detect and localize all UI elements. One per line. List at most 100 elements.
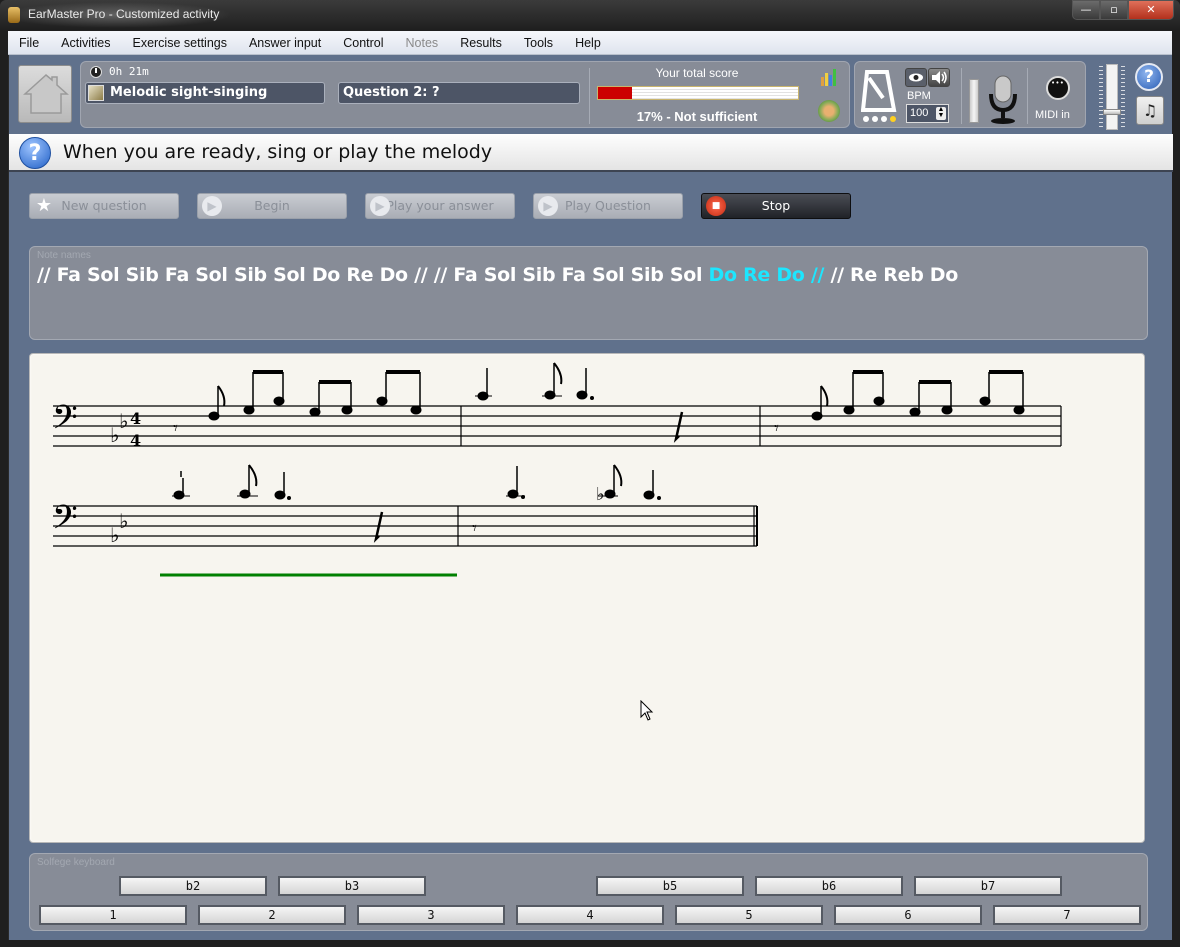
metronome-beat-indicator (863, 116, 896, 122)
menu-results[interactable]: Results (449, 36, 513, 50)
play-your-answer-button[interactable]: ▶ Play your answer (365, 193, 515, 219)
solfege-key-6[interactable]: 6 (834, 905, 982, 925)
bpm-spinner[interactable]: ▲ ▼ (936, 106, 946, 120)
midi-in-icon[interactable] (1046, 76, 1070, 100)
bass-clef: 𝄢 (52, 399, 78, 445)
note-names-text: // Fa Sol Sib Fa Sol Sib Sol Do Re Do //… (37, 264, 958, 286)
elapsed-time: 0h 21m (109, 65, 149, 78)
activity-name-field: Melodic sight-singing (85, 82, 325, 104)
clock-icon (90, 66, 102, 78)
svg-text:♭: ♭ (119, 509, 128, 533)
solfege-key-5[interactable]: 5 (675, 905, 823, 925)
svg-text:𝄾: 𝄾 (472, 518, 477, 539)
solfege-key-b6[interactable]: b6 (755, 876, 903, 896)
score-sheet[interactable]: 𝄢 ♭ ♭ 4 4 𝄾 𝄾 𝄢 ♭ ♭ 𝄾 ♭ (29, 353, 1145, 843)
svg-text:𝄾: 𝄾 (774, 418, 779, 439)
minimize-button[interactable]: — (1072, 0, 1100, 20)
midi-in-label: MIDI in (1035, 109, 1070, 121)
solfege-key-2[interactable]: 2 (198, 905, 346, 925)
instruction-text: When you are ready, sing or play the mel… (63, 141, 493, 163)
play-question-button[interactable]: ▶ Play Question (533, 193, 683, 219)
menu-tools[interactable]: Tools (513, 36, 564, 50)
time-sig-top: 4 (130, 409, 141, 428)
maximize-button[interactable]: ▫ (1100, 0, 1128, 20)
menu-bar: File Activities Exercise settings Answer… (8, 31, 1172, 55)
volume-slider-track[interactable] (1106, 64, 1118, 130)
device-panel: BPM 100 ▲▼ MIDI in (854, 61, 1086, 128)
menu-activities[interactable]: Activities (50, 36, 121, 50)
menu-help[interactable]: Help (564, 36, 612, 50)
metronome-beat-dot (872, 116, 878, 122)
score-label: Your total score (655, 66, 739, 80)
volume-slider[interactable] (1099, 64, 1125, 130)
award-icon[interactable] (818, 100, 840, 122)
home-button[interactable] (18, 65, 72, 123)
note-names-panel: Note names // Fa Sol Sib Fa Sol Sib Sol … (29, 246, 1148, 340)
main-client-area: 0h 21m Melodic sight-singing Question 2:… (8, 55, 1173, 940)
menu-answer-input[interactable]: Answer input (238, 36, 332, 50)
title-bar: EarMaster Pro - Customized activity — ▫ … (0, 0, 1180, 29)
eye-icon (909, 73, 923, 82)
mouse-cursor-icon (640, 700, 654, 721)
sight-singing-icon (88, 85, 104, 101)
star-icon: ★ (35, 195, 53, 216)
bpm-value: 100 (910, 107, 929, 119)
menu-notes[interactable]: Notes (395, 36, 450, 50)
svg-text:𝄾: 𝄾 (173, 418, 178, 439)
menu-file[interactable]: File (8, 36, 50, 50)
app-window: EarMaster Pro - Customized activity — ▫ … (0, 0, 1180, 947)
exercise-info-panel: 0h 21m Melodic sight-singing Question 2:… (80, 61, 850, 128)
music-notation: 𝄢 ♭ ♭ 4 4 𝄾 𝄾 𝄢 ♭ ♭ 𝄾 ♭ (52, 362, 1062, 577)
instruction-bar: ? When you are ready, sing or play the m… (9, 134, 1173, 172)
visual-metronome-toggle[interactable] (905, 68, 927, 87)
note-names-label: Note names (37, 250, 91, 261)
score-text: 17% - Not sufficient (636, 109, 758, 124)
staff-system-2 (53, 505, 758, 547)
close-button[interactable]: ✕ (1128, 0, 1174, 20)
metronome-icon[interactable] (861, 68, 897, 112)
input-level-meter (969, 79, 979, 123)
measure-4 (172, 464, 384, 543)
note-names-remaining: // Re Reb Do (824, 264, 959, 286)
solfege-key-b7[interactable]: b7 (914, 876, 1062, 896)
metronome-beat-dot (890, 116, 896, 122)
stop-icon: ■ (706, 196, 726, 216)
play-question-icon: ▶ (538, 196, 558, 216)
solfege-key-4[interactable]: 4 (516, 905, 664, 925)
bass-clef-2: 𝄢 (52, 499, 78, 545)
activity-name: Melodic sight-singing (110, 85, 268, 100)
play-exclamation-icon: ▶ (370, 196, 390, 216)
svg-text:♭: ♭ (596, 484, 605, 505)
earmaster-app-icon (8, 7, 20, 23)
window-title: EarMaster Pro - Customized activity (28, 7, 220, 21)
bpm-input[interactable]: 100 ▲ ▼ (906, 104, 949, 123)
menu-exercise-settings[interactable]: Exercise settings (121, 36, 237, 50)
question-mark-icon: ? (19, 137, 51, 169)
stop-button[interactable]: ■ Stop (701, 193, 851, 219)
solfege-key-1[interactable]: 1 (39, 905, 187, 925)
note-names-current: Do Re Do // (708, 264, 825, 286)
begin-button[interactable]: ▶ Begin (197, 193, 347, 219)
measure-5: 𝄾 ♭ (472, 464, 661, 539)
menu-control[interactable]: Control (332, 36, 394, 50)
audible-metronome-toggle[interactable] (928, 68, 950, 87)
volume-slider-thumb[interactable] (1103, 109, 1121, 115)
music-settings-button[interactable]: ♫ (1136, 96, 1164, 125)
metronome-beat-dot (863, 116, 869, 122)
help-button[interactable]: ? (1135, 63, 1163, 91)
statistics-icon[interactable] (819, 67, 839, 87)
new-question-button[interactable]: ★ New question (29, 193, 179, 219)
solfege-key-3[interactable]: 3 (357, 905, 505, 925)
solfege-keyboard-panel: Solfege keyboard b2 b3 b5 b6 b7 1 2 3 4 … (29, 853, 1148, 931)
solfege-key-b2[interactable]: b2 (119, 876, 267, 896)
time-sig-bottom: 4 (130, 431, 141, 450)
score-progress-fill (598, 87, 632, 99)
question-field: Question 2: ? (338, 82, 580, 104)
microphone-icon[interactable] (985, 74, 1021, 126)
home-icon (23, 74, 69, 114)
solfege-key-7[interactable]: 7 (993, 905, 1141, 925)
solfege-key-b3[interactable]: b3 (278, 876, 426, 896)
flat-e: ♭ (119, 409, 128, 433)
solfege-keyboard-label: Solfege keyboard (37, 857, 115, 868)
solfege-key-b5[interactable]: b5 (596, 876, 744, 896)
